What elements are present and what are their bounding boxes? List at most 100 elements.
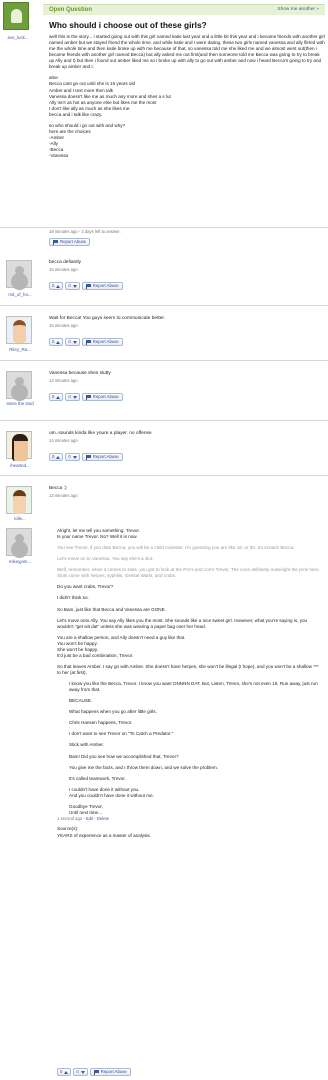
- show-another-link[interactable]: Show me another »: [277, 7, 319, 13]
- answer-username[interactable]: mikeyjam...: [1, 559, 39, 565]
- long-answer-line: You see Trevor, if you date Becca, you w…: [57, 545, 295, 551]
- thumbs-up-button[interactable]: 0: [49, 282, 64, 290]
- answer-avatar[interactable]: [6, 431, 32, 461]
- long-answer-line: Let's move onto Ally. You say Ally likes…: [57, 617, 308, 629]
- answer-username[interactable]: steve the stud: [1, 401, 39, 408]
- thumbs-down-icon: [72, 455, 77, 459]
- answer-report-abuse-button[interactable]: Report Abuse: [81, 282, 123, 290]
- question-body-line: well this is the story... i started goin…: [49, 34, 325, 70]
- answer-username[interactable]: Riley_Ra...: [1, 347, 39, 353]
- thumbs-down-count: 0: [68, 394, 71, 400]
- thumbs-up-button[interactable]: 0: [49, 453, 64, 461]
- report-label: Report Abuse: [60, 239, 87, 245]
- answer-time: 14 minutes ago: [49, 378, 78, 383]
- answer-text: um..sounds kinda like youre a player. no…: [49, 431, 152, 436]
- thumbs-up-icon: [56, 455, 61, 459]
- long-answer-paragraphs: Alright, let me tell you something, Trev…: [57, 528, 322, 816]
- answer-avatar[interactable]: [6, 260, 32, 288]
- thumbs-up-icon: [64, 1070, 69, 1074]
- edit-link[interactable]: Edit: [86, 816, 93, 821]
- answer-text: becca defiantly: [49, 260, 81, 265]
- question-body-line: -Vanessa: [49, 153, 69, 159]
- report-label: Report Abuse: [92, 283, 119, 289]
- answer-text: Becca :): [49, 486, 67, 491]
- thumbs-down-button[interactable]: 0: [73, 1068, 88, 1076]
- flag-icon: [85, 339, 91, 345]
- thumbs-down-button[interactable]: 0: [65, 282, 80, 290]
- answer-actions: 0 0 Report Abuse: [49, 338, 123, 346]
- question-panel: ace_luck... Open Question Show me anothe…: [0, 0, 328, 228]
- flag-icon: [85, 394, 91, 400]
- thumbs-down-count: 0: [68, 339, 71, 345]
- answer-actions: 0 0 Report Abuse: [49, 453, 123, 461]
- answer-actions: 0 0 Report Abuse: [49, 393, 123, 401]
- thumbs-up-icon: [56, 284, 61, 288]
- report-label: Report Abuse: [92, 394, 119, 400]
- answer-username[interactable]: lolle...: [1, 516, 39, 522]
- answer-report-abuse-button[interactable]: Report Abuse: [89, 1068, 131, 1076]
- thumbs-up-count: 0: [52, 283, 55, 289]
- flag-icon: [85, 454, 91, 460]
- report-label: Report Abuse: [100, 1069, 127, 1075]
- thumbs-down-icon: [72, 340, 77, 344]
- thumbs-down-count: 0: [68, 454, 71, 460]
- long-answer-line: I know you like the Becca, Trevor. I kno…: [69, 681, 318, 693]
- answer-actions: 0 0 Report Abuse: [57, 1068, 131, 1076]
- report-label: Report Abuse: [92, 454, 119, 460]
- flag-icon: [85, 283, 91, 289]
- sources-text: YEARS of experience as a master of analy…: [57, 832, 151, 838]
- thumbs-up-count: 0: [52, 339, 55, 345]
- open-question-label: Open Question: [49, 7, 93, 13]
- thumbs-up-count: 0: [52, 394, 55, 400]
- thumbs-down-button[interactable]: 0: [65, 453, 80, 461]
- question-body: well this is the story... i started goin…: [49, 34, 325, 159]
- answer-time: 15 minutes ago: [49, 323, 78, 328]
- answer-avatar[interactable]: [6, 486, 32, 514]
- thumbs-up-icon: [56, 395, 61, 399]
- long-answer-text: Alright, let me tell you something, Trev…: [57, 528, 322, 839]
- long-answer-item: mikeyjam... Alright, let me tell you som…: [0, 522, 328, 1080]
- answer-username[interactable]: ihearted...: [1, 463, 39, 469]
- thumbs-up-button[interactable]: 0: [57, 1068, 72, 1076]
- long-answer-line: Well, remember, when it comes to sluts, …: [57, 567, 320, 579]
- flag-icon: [93, 1069, 99, 1075]
- answer-time: 15 minutes ago: [49, 267, 78, 272]
- question-title: Who should i choose out of these girls?: [49, 20, 207, 30]
- answer-item: ihearted... um..sounds kinda like youre …: [0, 421, 328, 476]
- thumbs-down-icon: [72, 284, 77, 288]
- thumbs-up-button[interactable]: 0: [49, 338, 64, 346]
- answer-report-abuse-button[interactable]: Report Abuse: [81, 453, 123, 461]
- thumbs-down-button[interactable]: 0: [65, 338, 80, 346]
- answer-username[interactable]: md_of_ho...: [1, 292, 39, 298]
- thumbs-down-count: 0: [76, 1069, 79, 1075]
- answer-item: steve the stud Vanessa because shes slut…: [0, 361, 328, 421]
- answer-item: md_of_ho... becca defiantly 15 minutes a…: [0, 250, 328, 306]
- answer-avatar[interactable]: [6, 316, 32, 344]
- asker-username[interactable]: ace_luck...: [2, 35, 34, 41]
- answer-actions: 0 0 Report Abuse: [49, 282, 123, 290]
- answer-time: 13 minutes ago: [49, 493, 78, 498]
- answer-report-abuse-button[interactable]: Report Abuse: [81, 393, 123, 401]
- thumbs-down-button[interactable]: 0: [65, 393, 80, 401]
- answer-item: lolle... Becca :) 13 minutes ago: [0, 476, 328, 522]
- question-report-abuse-button[interactable]: Report Abuse: [49, 238, 91, 246]
- answer-avatar[interactable]: [6, 528, 32, 556]
- thumbs-up-icon: [56, 340, 61, 344]
- flag-icon: [53, 239, 58, 245]
- thumbs-up-button[interactable]: 0: [49, 393, 64, 401]
- question-meta: 18 minutes ago - 3 days left to answer.: [49, 229, 121, 234]
- open-question-banner: Open Question Show me another »: [43, 4, 325, 15]
- long-answer-line: So that leaves Amber. I say go with Ambe…: [57, 663, 319, 675]
- thumbs-up-count: 0: [60, 1069, 63, 1075]
- answer-item: Riley_Ra... Wait for Becca! You guys see…: [0, 306, 328, 361]
- report-label: Report Abuse: [92, 339, 119, 345]
- delete-link[interactable]: Delete: [97, 816, 109, 821]
- answer-avatar[interactable]: [6, 371, 32, 399]
- thumbs-down-count: 0: [68, 283, 71, 289]
- answer-time: 14 minutes ago: [49, 438, 78, 443]
- answer-time: 1 second ago: [57, 815, 83, 821]
- answer-text: Wait for Becca! You guys seem to communi…: [49, 316, 166, 321]
- answer-text: Vanessa because shes slutty: [49, 371, 111, 376]
- answer-report-abuse-button[interactable]: Report Abuse: [81, 338, 123, 346]
- asker-avatar[interactable]: [3, 2, 29, 30]
